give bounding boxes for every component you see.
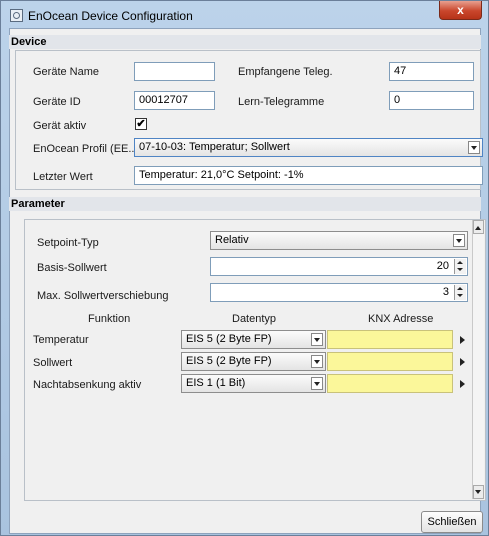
close-button[interactable]: Schließen: [421, 511, 483, 533]
max-shift-spinner[interactable]: 3: [210, 283, 468, 302]
last-value-field: Temperatur: 21,0°C Setpoint: -1%: [134, 166, 483, 185]
device-section-header: Device: [9, 35, 481, 49]
parameter-section-header: Parameter: [9, 197, 481, 211]
datatype-select-sollwert[interactable]: EIS 5 (2 Byte FP): [181, 352, 326, 371]
knx-address-input-sollwert[interactable]: [327, 352, 453, 371]
device-name-input[interactable]: [134, 62, 215, 81]
base-setpoint-spinner[interactable]: 20: [210, 257, 468, 276]
datatype-select-temperatur[interactable]: EIS 5 (2 Byte FP): [181, 330, 326, 349]
knx-address-input-nachtabsenkung[interactable]: [327, 374, 453, 393]
setpoint-type-value: Relativ: [215, 234, 249, 246]
setpoint-type-select[interactable]: Relativ: [210, 231, 468, 250]
device-id-label: Geräte ID: [33, 96, 81, 108]
window-title: EnOcean Device Configuration: [28, 9, 193, 23]
learn-telegrams-field[interactable]: 0: [389, 91, 474, 110]
chevron-down-icon[interactable]: [468, 141, 480, 154]
chevron-down-icon[interactable]: [311, 355, 323, 368]
knx-address-input-temperatur[interactable]: [327, 330, 453, 349]
app-icon: [10, 9, 23, 22]
close-icon: x: [457, 3, 464, 17]
device-id-field[interactable]: 00012707: [134, 91, 215, 110]
datatype-value: EIS 5 (2 Byte FP): [186, 355, 272, 367]
base-setpoint-label: Basis-Sollwert: [37, 262, 107, 274]
arrow-down-glyph: [475, 490, 481, 494]
arrow-up-glyph: [475, 226, 481, 230]
device-name-label: Geräte Name: [33, 66, 100, 78]
checkmark-icon: ✔: [136, 118, 146, 130]
chevron-down-icon[interactable]: [453, 234, 465, 247]
base-setpoint-value: 20: [436, 260, 449, 272]
datatype-value: EIS 1 (1 Bit): [186, 377, 246, 389]
column-header-function: Funktion: [88, 313, 131, 325]
max-shift-label: Max. Sollwertverschiebung: [37, 290, 169, 302]
chevron-right-icon[interactable]: [460, 380, 465, 388]
enocean-profile-select[interactable]: 07-10-03: Temperatur; Sollwert: [134, 138, 483, 157]
device-active-label: Gerät aktiv: [33, 120, 87, 132]
datatype-select-nachtabsenkung[interactable]: EIS 1 (1 Bit): [181, 374, 326, 393]
chevron-down-icon[interactable]: [311, 333, 323, 346]
row-function-nachtabsenkung: Nachtabsenkung aktiv: [33, 379, 142, 391]
datatype-value: EIS 5 (2 Byte FP): [186, 333, 272, 345]
column-header-datatype: Datentyp: [232, 313, 277, 325]
title-bar[interactable]: EnOcean Device Configuration x: [1, 1, 488, 29]
enocean-profile-value: 07-10-03: Temperatur; Sollwert: [139, 141, 290, 153]
max-shift-value: 3: [442, 286, 449, 298]
device-active-checkbox[interactable]: ✔: [135, 118, 147, 130]
setpoint-type-label: Setpoint-Typ: [37, 237, 99, 249]
chevron-down-icon[interactable]: [311, 377, 323, 390]
last-value-label: Letzter Wert: [33, 171, 93, 183]
chevron-right-icon[interactable]: [460, 336, 465, 344]
received-telegrams-field[interactable]: 47: [389, 62, 474, 81]
column-header-knx-address: KNX Adresse: [368, 313, 434, 325]
chevron-right-icon[interactable]: [460, 358, 465, 366]
received-telegrams-label: Empfangene Teleg.: [238, 66, 333, 78]
row-function-temperatur: Temperatur: [33, 334, 89, 346]
enocean-profile-label: EnOcean Profil (EE...: [33, 143, 138, 155]
row-function-sollwert: Sollwert: [33, 357, 73, 369]
parameter-scrollbar[interactable]: [472, 220, 484, 499]
spinner-arrows-icon[interactable]: [454, 259, 466, 274]
spinner-arrows-icon[interactable]: [454, 285, 466, 300]
close-window-button[interactable]: x: [439, 1, 482, 20]
learn-telegrams-label: Lern-Telegramme: [238, 96, 325, 108]
